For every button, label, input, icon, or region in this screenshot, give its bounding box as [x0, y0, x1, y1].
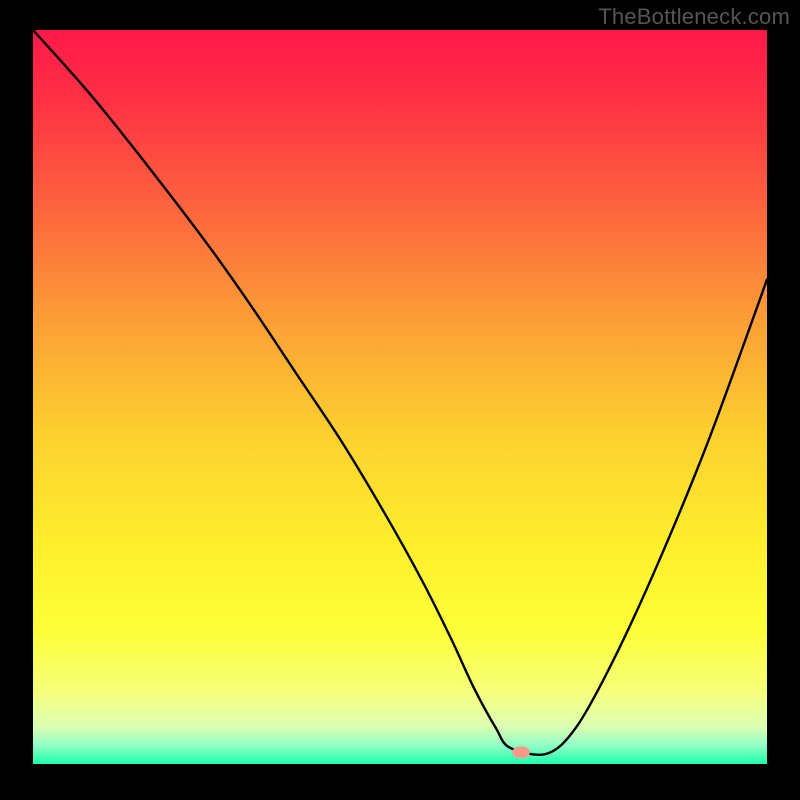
chart-frame: TheBottleneck.com — [0, 0, 800, 800]
chart-svg — [33, 30, 767, 764]
bottleneck-chart — [33, 30, 767, 764]
watermark-text: TheBottleneck.com — [598, 4, 790, 30]
optimal-marker — [512, 746, 530, 758]
gradient-background — [33, 30, 767, 764]
